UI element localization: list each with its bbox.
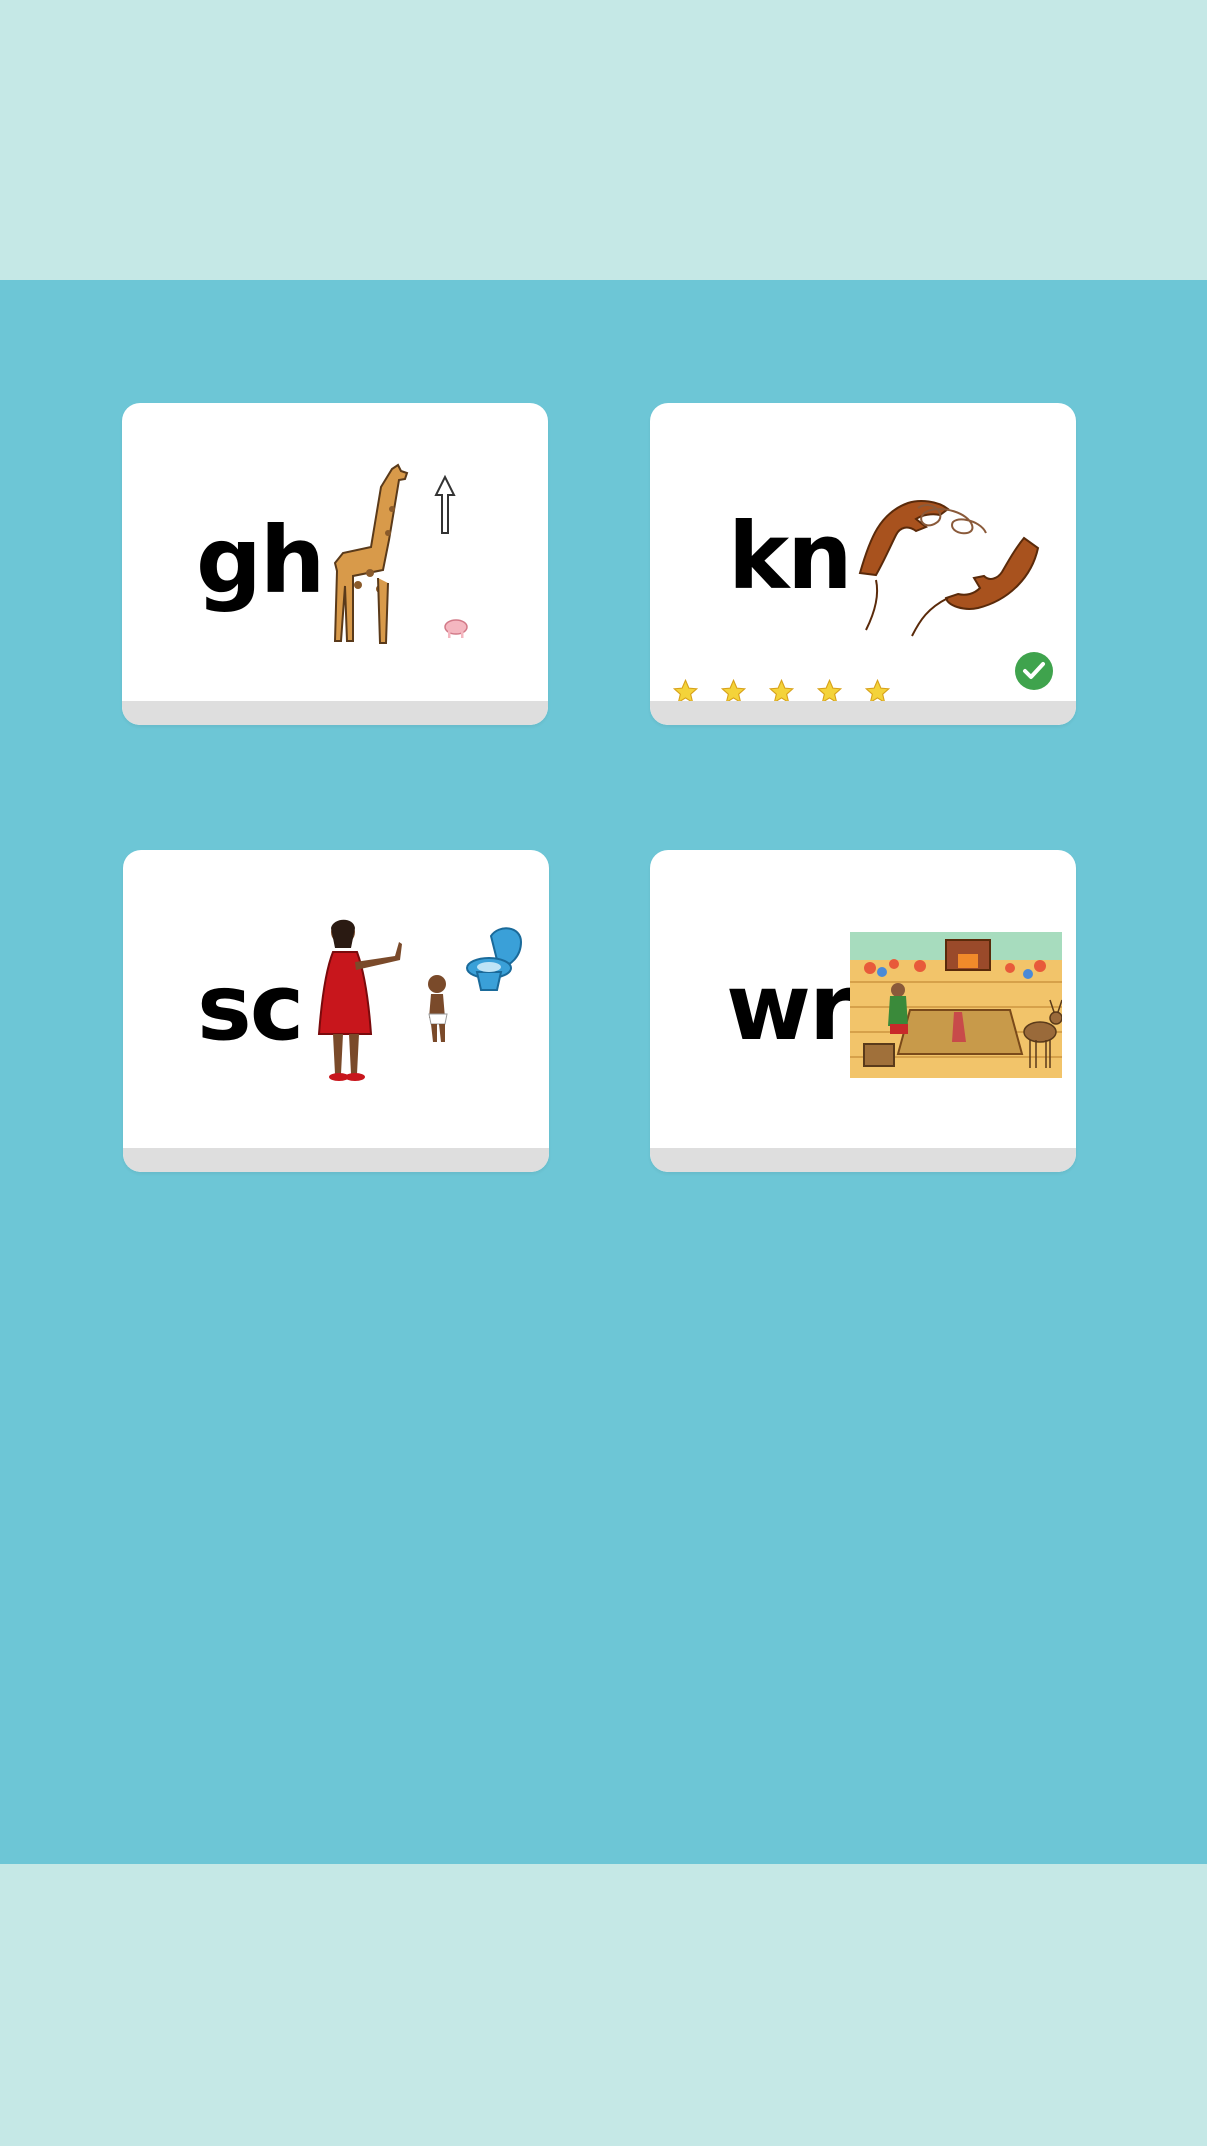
toilet-icon <box>466 927 523 991</box>
card-kn[interactable]: kn <box>650 403 1076 725</box>
bottom-band <box>0 1864 1207 2146</box>
card-sc[interactable]: sc <box>123 850 549 1172</box>
giraffe-arrow-pig-picture <box>333 463 468 644</box>
top-band <box>0 0 1207 280</box>
card-word: sc <box>197 954 304 1061</box>
card-word: kn <box>728 503 853 610</box>
card-word: gh <box>196 507 325 614</box>
up-arrow-icon <box>434 474 456 534</box>
woman-icon <box>317 919 402 1081</box>
child-icon <box>428 975 448 1042</box>
woman-child-toilet-picture <box>317 919 523 1081</box>
workshop-scene-picture <box>850 932 1062 1078</box>
pig-icon <box>444 619 468 638</box>
right-hand-icon <box>911 536 1040 637</box>
giraffe-icon <box>333 463 409 644</box>
left-hand-icon <box>858 500 950 631</box>
completed-check-icon <box>1015 652 1053 690</box>
hands-knot-picture <box>858 500 1040 637</box>
card-base <box>123 1148 549 1172</box>
card-gh[interactable]: gh <box>122 403 548 725</box>
card-word: wr <box>726 954 854 1061</box>
card-base <box>650 701 1076 725</box>
card-wr[interactable]: wr <box>650 850 1076 1172</box>
card-base <box>650 1148 1076 1172</box>
card-base <box>122 701 548 725</box>
